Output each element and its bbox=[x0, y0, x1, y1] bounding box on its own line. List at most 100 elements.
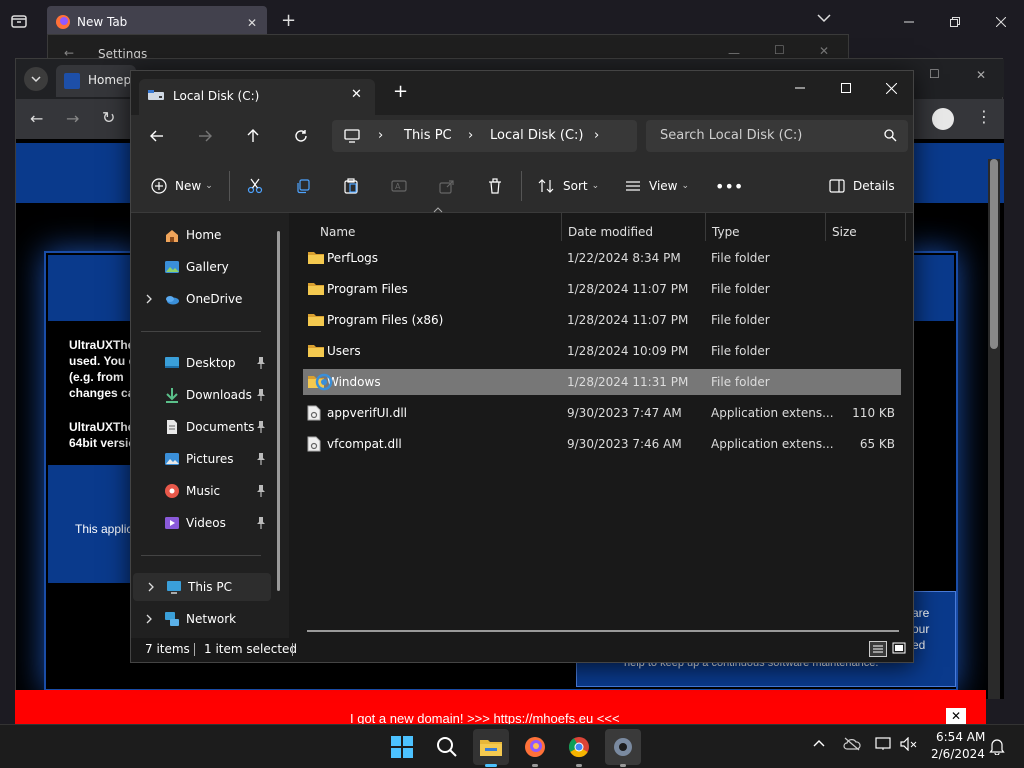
address-bar[interactable]: › This PC › Local Disk (C:) › bbox=[332, 120, 637, 152]
column-separator[interactable] bbox=[561, 213, 562, 241]
explorer-tab-local-disk[interactable]: Local Disk (C:) ✕ bbox=[139, 79, 375, 115]
view-button[interactable]: View ⌄ bbox=[625, 171, 689, 201]
breadcrumb-local-disk[interactable]: Local Disk (C:) bbox=[490, 128, 583, 143]
profile-avatar[interactable] bbox=[932, 108, 954, 130]
notifications-bell-icon[interactable] bbox=[989, 737, 1005, 755]
new-tab-button[interactable]: + bbox=[281, 10, 296, 31]
nav-pane-scrollbar[interactable] bbox=[277, 231, 280, 591]
pin-icon[interactable] bbox=[255, 484, 267, 498]
more-options-icon[interactable]: ••• bbox=[715, 171, 743, 201]
details-button[interactable]: Details bbox=[829, 171, 895, 201]
chevron-right-icon[interactable] bbox=[143, 293, 155, 305]
search-button[interactable] bbox=[429, 729, 465, 765]
pin-icon[interactable] bbox=[255, 516, 267, 530]
nav-item-videos[interactable]: Videos bbox=[131, 509, 281, 537]
file-row[interactable]: Program Files (x86) 1/28/2024 11:07 PM Fil… bbox=[303, 307, 901, 333]
browser-tab-homepage[interactable]: Homepa bbox=[56, 65, 138, 97]
chevron-right-icon[interactable] bbox=[145, 581, 157, 593]
file-row[interactable]: Users 1/28/2024 10:09 PM File folder bbox=[303, 338, 901, 364]
breadcrumb-this-pc[interactable]: This PC bbox=[404, 128, 452, 143]
horizontal-scrollbar[interactable] bbox=[307, 630, 899, 632]
search-icon[interactable] bbox=[884, 129, 897, 142]
share-icon[interactable] bbox=[439, 171, 455, 201]
column-header-date-modified[interactable]: Date modified bbox=[568, 225, 653, 239]
chevron-right-icon[interactable]: › bbox=[594, 128, 599, 143]
chevron-right-icon[interactable]: › bbox=[378, 128, 383, 143]
minimize-button[interactable] bbox=[886, 7, 932, 37]
forward-icon[interactable]: → bbox=[66, 109, 79, 128]
column-header-name[interactable]: Name bbox=[320, 225, 355, 239]
close-tab-icon[interactable]: ✕ bbox=[351, 87, 362, 102]
nav-item-network[interactable]: Network bbox=[131, 605, 281, 633]
chevron-right-icon[interactable]: › bbox=[468, 128, 473, 143]
pin-icon[interactable] bbox=[255, 356, 267, 370]
firefox-taskbar-button[interactable] bbox=[517, 729, 553, 767]
network-status-icon[interactable] bbox=[875, 737, 893, 751]
back-button[interactable] bbox=[141, 120, 173, 152]
banner-close-icon[interactable]: ✕ bbox=[946, 708, 966, 724]
show-hidden-icons-button[interactable] bbox=[813, 739, 825, 747]
pin-icon[interactable] bbox=[255, 452, 267, 466]
forward-button[interactable] bbox=[189, 120, 221, 152]
browser-menu-icon[interactable]: ⋮ bbox=[976, 107, 992, 126]
chrome-taskbar-button[interactable] bbox=[561, 729, 597, 767]
search-input[interactable]: Search Local Disk (C:) bbox=[646, 120, 908, 152]
close-tab-icon[interactable]: ✕ bbox=[247, 16, 257, 30]
start-button[interactable] bbox=[384, 729, 420, 765]
close-button[interactable] bbox=[868, 73, 914, 103]
sort-button[interactable]: Sort ⌄ bbox=[537, 171, 599, 201]
nav-item-music[interactable]: Music bbox=[131, 477, 281, 505]
details-view-icon[interactable] bbox=[869, 641, 887, 657]
up-button[interactable] bbox=[237, 120, 269, 152]
tab-search-button[interactable] bbox=[24, 67, 48, 91]
cloud-offline-icon[interactable] bbox=[843, 737, 861, 751]
nav-item-downloads[interactable]: Downloads bbox=[131, 381, 281, 409]
nav-item-pictures[interactable]: Pictures bbox=[131, 445, 281, 473]
chevron-right-icon[interactable] bbox=[143, 613, 155, 625]
pin-icon[interactable] bbox=[255, 388, 267, 402]
copy-icon[interactable] bbox=[295, 171, 311, 201]
new-button[interactable]: New ⌄ bbox=[151, 171, 213, 201]
volume-muted-icon[interactable] bbox=[900, 737, 918, 751]
column-header-size[interactable]: Size bbox=[832, 225, 857, 239]
close-button[interactable]: ✕ bbox=[819, 44, 829, 58]
close-button[interactable] bbox=[978, 7, 1024, 37]
back-icon[interactable]: ← bbox=[30, 109, 43, 128]
delete-icon[interactable] bbox=[487, 171, 503, 201]
nav-item-documents[interactable]: Documents bbox=[131, 413, 281, 441]
nav-item-this-pc[interactable]: This PC bbox=[133, 573, 271, 601]
file-row[interactable]: PerfLogs 1/22/2024 8:34 PM File folder bbox=[303, 245, 901, 271]
list-all-tabs-icon[interactable] bbox=[816, 12, 832, 24]
refresh-button[interactable] bbox=[285, 120, 317, 152]
settings-taskbar-button[interactable] bbox=[605, 729, 641, 767]
close-button[interactable]: ✕ bbox=[976, 68, 986, 82]
paste-icon[interactable] bbox=[343, 171, 359, 201]
scrollbar-thumb[interactable] bbox=[990, 159, 998, 349]
nav-item-gallery[interactable]: Gallery bbox=[131, 253, 281, 281]
pin-icon[interactable] bbox=[255, 420, 267, 434]
minimize-button[interactable] bbox=[777, 73, 823, 103]
scrollbar[interactable] bbox=[988, 159, 1000, 699]
rename-icon[interactable]: A bbox=[391, 171, 407, 201]
nav-item-onedrive[interactable]: OneDrive bbox=[131, 285, 281, 313]
cut-icon[interactable] bbox=[247, 171, 263, 201]
file-row[interactable]: vfcompat.dll 9/30/2023 7:46 AM Application… bbox=[303, 431, 901, 457]
clock-date[interactable]: 2/6/2024 bbox=[931, 747, 985, 761]
restore-button[interactable] bbox=[932, 7, 978, 37]
column-separator[interactable] bbox=[705, 213, 706, 241]
file-explorer-taskbar-button[interactable] bbox=[473, 729, 509, 767]
file-row[interactable]: Windows 1/28/2024 11:31 PM File folder bbox=[303, 369, 901, 395]
nav-item-desktop[interactable]: Desktop bbox=[131, 349, 281, 377]
maximize-button[interactable]: ☐ bbox=[929, 67, 940, 81]
column-header-type[interactable]: Type bbox=[712, 225, 740, 239]
tab-list-icon[interactable] bbox=[10, 12, 30, 32]
column-separator[interactable] bbox=[905, 213, 906, 241]
file-row[interactable]: Program Files 1/28/2024 11:07 PM File fold… bbox=[303, 276, 901, 302]
column-separator[interactable] bbox=[825, 213, 826, 241]
maximize-button[interactable] bbox=[823, 73, 869, 103]
tiles-view-icon[interactable] bbox=[891, 641, 909, 657]
new-tab-button[interactable]: + bbox=[393, 81, 408, 102]
maximize-button[interactable]: ☐ bbox=[774, 43, 785, 57]
clock-time[interactable]: 6:54 AM bbox=[936, 730, 985, 744]
file-row[interactable]: appverifUI.dll 9/30/2023 7:47 AM Applicati… bbox=[303, 400, 901, 426]
